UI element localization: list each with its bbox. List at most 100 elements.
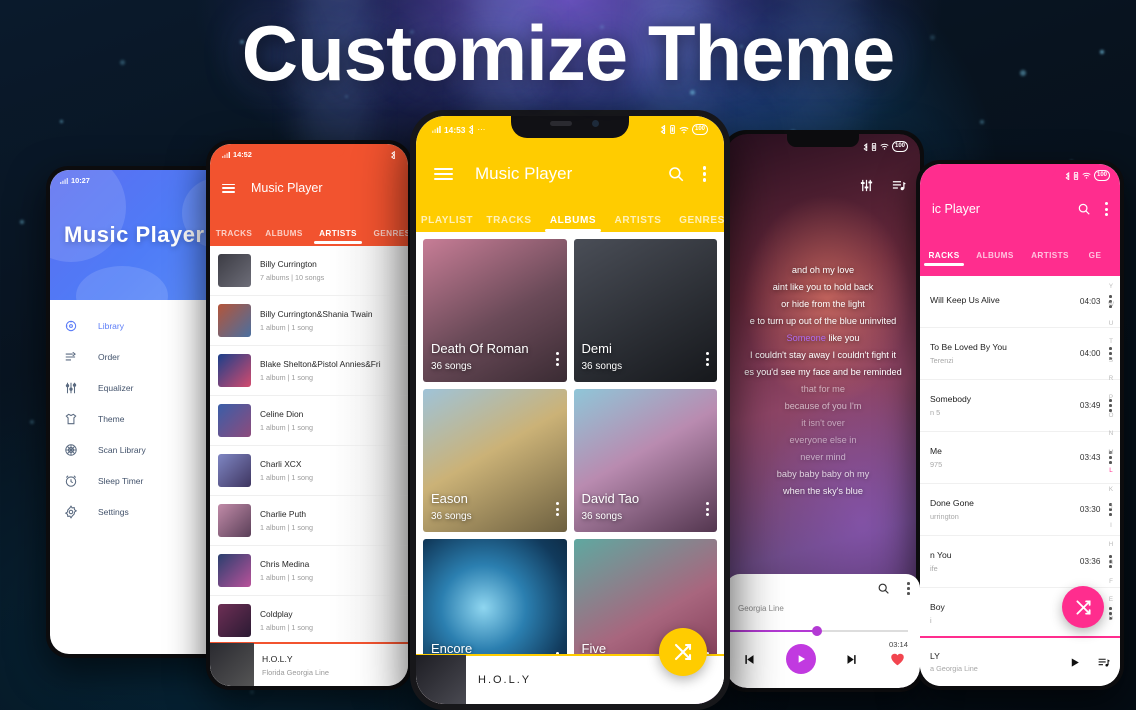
table-row[interactable]: To Be Loved By You Terenzi 04:00 (920, 328, 1120, 380)
table-row[interactable]: n You ife 03:36 (920, 536, 1120, 588)
album-card[interactable]: David Tao 36 songs (574, 389, 718, 532)
phone2-app-title: Music Player (251, 181, 323, 195)
phone1-drawer-title: Music Player (64, 222, 205, 248)
tab-tracks[interactable]: RACKS (920, 251, 968, 266)
menu-icon[interactable] (434, 168, 453, 181)
album-card[interactable]: Demi 36 songs (574, 239, 718, 382)
alpha-item[interactable]: U (1109, 321, 1113, 327)
phone2-mini-player[interactable]: H.O.L.Y Florida Georgia Line (210, 642, 408, 686)
seek-slider[interactable] (726, 626, 908, 636)
tab-genres[interactable]: GENRES (670, 215, 724, 232)
search-icon[interactable] (1077, 202, 1091, 216)
list-item[interactable]: Celine Dion 1 album | 1 song (210, 396, 408, 446)
favorite-icon[interactable] (890, 652, 905, 666)
table-row[interactable]: Me 975 03:43 (920, 432, 1120, 484)
phone2-artist-list[interactable]: Billy Currington 7 albums | 10 songs Bill… (210, 246, 408, 686)
overflow-icon[interactable] (556, 502, 559, 516)
bokeh-particle (250, 690, 254, 694)
table-row[interactable]: Done Gone urrington 03:30 (920, 484, 1120, 536)
tab-albums[interactable]: ALBUMS (258, 229, 310, 244)
bluetooth-icon (660, 125, 666, 134)
alpha-item[interactable]: P (1109, 395, 1113, 401)
sidebar-item-label: Order (98, 352, 120, 362)
tab-tracks[interactable]: TRACKS (478, 215, 540, 232)
scan-library-icon (64, 441, 82, 459)
player-artist: Georgia Line (738, 604, 784, 613)
sidebar-item-label: Theme (98, 414, 124, 424)
overflow-icon[interactable] (907, 582, 910, 594)
tab-artists[interactable]: ARTISTS (310, 229, 366, 244)
alpha-item[interactable]: G (1109, 560, 1114, 566)
lyric-line: when the sky's blue (726, 483, 920, 500)
phone1-status-time: 10:27 (71, 176, 90, 185)
tab-genres[interactable]: GE (1078, 251, 1112, 266)
table-row[interactable]: Somebody n 5 03:49 (920, 380, 1120, 432)
next-icon[interactable] (845, 652, 860, 667)
phone5-mini-player[interactable]: LY a Georgia Line (920, 636, 1120, 686)
list-item[interactable]: Billy Currington 7 albums | 10 songs (210, 246, 408, 296)
search-icon[interactable] (877, 582, 890, 595)
album-card[interactable]: Eason 36 songs (423, 389, 567, 532)
album-name: Demi (582, 341, 612, 356)
phone5-screen: 100 ic Player RACKS ALBUMS ARTISTS GE Wi… (920, 164, 1120, 686)
shuffle-fab-button[interactable] (659, 628, 707, 676)
seek-knob[interactable] (812, 626, 822, 636)
tab-albums[interactable]: ALBUMS (540, 215, 606, 232)
alpha-item[interactable]: Y (1109, 284, 1113, 290)
tab-playlist[interactable]: PLAYLIST (416, 215, 478, 232)
alpha-item-active[interactable]: L (1109, 468, 1112, 474)
overflow-icon[interactable] (703, 166, 706, 181)
play-icon (794, 652, 808, 666)
table-row[interactable]: Will Keep Us Alive 04:03 (920, 276, 1120, 328)
tab-albums[interactable]: ALBUMS (968, 251, 1022, 266)
alpha-item[interactable]: N (1109, 431, 1113, 437)
alpha-item[interactable]: I (1110, 523, 1112, 529)
equalizer-icon[interactable] (859, 178, 874, 193)
list-item[interactable]: Chris Medina 1 album | 1 song (210, 546, 408, 596)
tab-artists[interactable]: ARTISTS (1022, 251, 1078, 266)
previous-icon[interactable] (741, 652, 756, 667)
track-duration: 03:49 (1080, 401, 1101, 410)
tab-tracks[interactable]: TRACKS (210, 229, 258, 244)
shuffle-fab-button[interactable] (1062, 586, 1104, 628)
artist-thumbnail (218, 304, 251, 337)
alpha-item[interactable]: K (1109, 487, 1113, 493)
tab-artists[interactable]: ARTISTS (606, 215, 670, 232)
playlist-icon[interactable] (891, 178, 906, 193)
album-card[interactable]: Death Of Roman 36 songs (423, 239, 567, 382)
sidebar-item-label: Library (98, 321, 124, 331)
alpha-item[interactable]: R (1109, 376, 1113, 382)
play-icon[interactable] (1068, 656, 1081, 669)
list-item[interactable]: Charlie Puth 1 album | 1 song (210, 496, 408, 546)
overflow-icon[interactable] (1105, 202, 1108, 216)
track-title: Somebody (930, 394, 1080, 404)
search-icon[interactable] (667, 165, 685, 183)
list-item[interactable]: Coldplay 1 album | 1 song (210, 596, 408, 646)
play-button[interactable] (786, 644, 816, 674)
alphabet-index[interactable]: Y W U T S R P O N M L K J I H G F E D (1105, 284, 1117, 622)
playlist-icon[interactable] (1097, 656, 1110, 669)
alpha-item[interactable]: H (1109, 542, 1113, 548)
alpha-item[interactable]: F (1109, 579, 1113, 585)
list-item[interactable]: Blake Shelton&Pistol Annies&Fri 1 album |… (210, 346, 408, 396)
track-duration: 04:03 (1080, 297, 1101, 306)
sidebar-item-label: Sleep Timer (98, 476, 143, 486)
track-artist: ife (930, 564, 1080, 573)
alpha-item[interactable]: J (1109, 505, 1112, 511)
alpha-item[interactable]: S (1109, 358, 1113, 364)
alpha-item[interactable]: W (1108, 302, 1114, 308)
alpha-item[interactable]: M (1108, 450, 1113, 456)
artist-name: Coldplay (260, 609, 313, 619)
track-artist: Terenzi (930, 356, 1080, 365)
alpha-item[interactable]: E (1109, 597, 1113, 603)
list-item[interactable]: Billy Currington&Shania Twain 1 album | 1… (210, 296, 408, 346)
overflow-icon[interactable] (706, 502, 709, 516)
alpha-item[interactable]: D (1109, 616, 1113, 622)
overflow-icon[interactable] (706, 352, 709, 366)
overflow-icon[interactable] (556, 352, 559, 366)
track-artist: urrington (930, 512, 1080, 521)
alpha-item[interactable]: O (1109, 413, 1114, 419)
list-item[interactable]: Charli XCX 1 album | 1 song (210, 446, 408, 496)
tab-genres[interactable]: GENRES (366, 229, 408, 244)
alpha-item[interactable]: T (1109, 339, 1113, 345)
